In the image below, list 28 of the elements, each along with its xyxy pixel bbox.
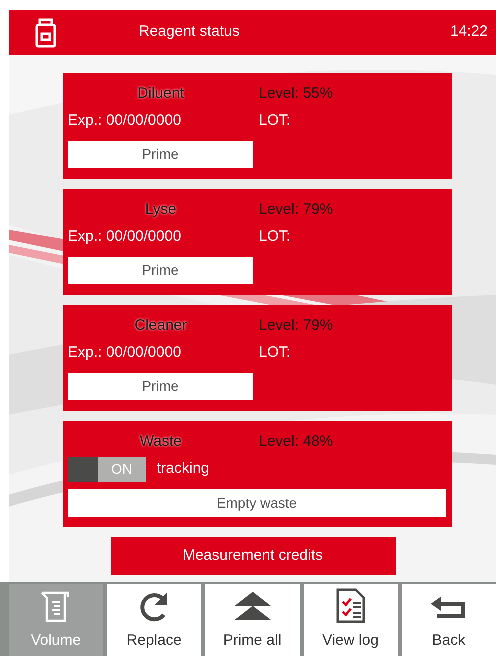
measurement-credits-button[interactable]: Measurement credits (110, 537, 396, 575)
level-reading: Level: 79% (259, 316, 334, 336)
reagent-name: Diluent (136, 84, 186, 104)
reagent-name: Waste (139, 432, 183, 452)
lot-label: LOT: (259, 226, 291, 247)
prime-button[interactable]: Prime (68, 257, 253, 284)
clock-time: 14:22 (450, 22, 488, 42)
toolbar-button[interactable]: View log (304, 584, 398, 656)
empty-waste-button[interactable]: Empty waste (68, 489, 446, 517)
toolbar-button[interactable]: Replace (107, 584, 202, 656)
prime-button[interactable]: Prime (68, 373, 253, 400)
reagent-name: Lyse (144, 200, 178, 220)
toolbar-button[interactable]: Prime all (205, 584, 300, 656)
toolbar-button[interactable]: Back (402, 584, 496, 656)
tracking-label: tracking (157, 458, 210, 479)
lot-label: LOT: (259, 110, 291, 131)
checklist-icon (334, 588, 367, 624)
reagent-name: Cleaner (134, 316, 188, 336)
lot-label: LOT: (259, 342, 291, 363)
level-reading: Level: 55% (259, 84, 334, 104)
expiry-date: Exp.: 00/00/0000 (68, 342, 182, 363)
level-reading: Level: 79% (259, 200, 334, 220)
prime-button[interactable]: Prime (68, 141, 253, 168)
bottle-icon (33, 18, 59, 48)
screen-title: Reagent status (139, 22, 240, 42)
expiry-date: Exp.: 00/00/0000 (68, 110, 182, 131)
expiry-date: Exp.: 00/00/0000 (68, 226, 182, 247)
level-reading: Level: 48% (259, 432, 334, 452)
